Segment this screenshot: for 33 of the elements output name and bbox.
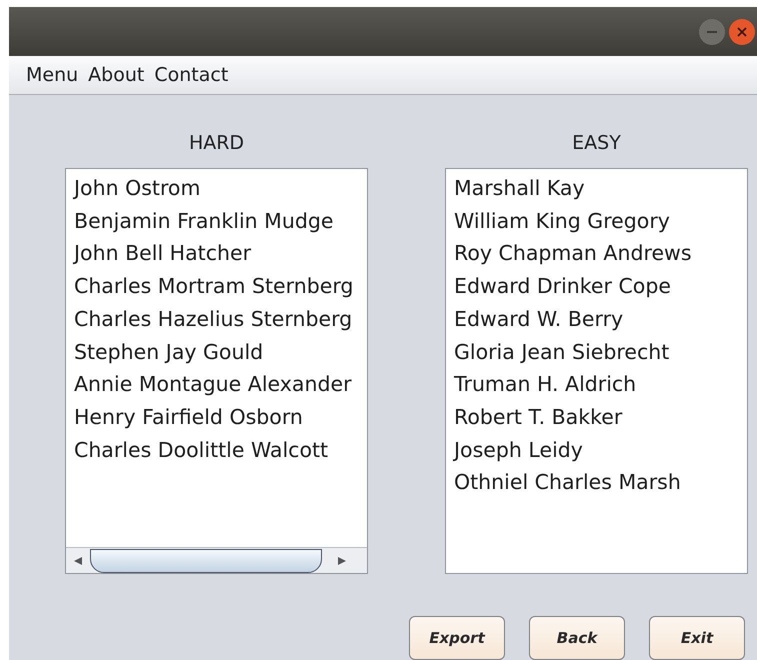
list-item[interactable]: Edward Drinker Cope: [454, 270, 671, 303]
list-item[interactable]: Charles Mortram Sternberg: [74, 270, 354, 303]
list-heading: HARD: [188, 131, 244, 155]
list-item[interactable]: Roy Chapman Andrews: [454, 237, 692, 270]
list-item[interactable]: Edward W. Berry: [454, 302, 624, 336]
horizontal-scrollbar[interactable]: [66, 547, 367, 573]
list-item[interactable]: Truman H. Aldrich: [454, 368, 636, 401]
list-item[interactable]: Gloria Jean Siebrecht: [454, 336, 670, 368]
scrollbar-thumb[interactable]: [90, 548, 322, 572]
list-item[interactable]: William King Gregory: [454, 204, 670, 238]
list-item[interactable]: Annie Montague Alexander: [74, 368, 352, 401]
action-button[interactable]: Exit: [649, 616, 745, 660]
list-item[interactable]: Charles Hazelius Sternberg: [74, 302, 352, 336]
action-button[interactable]: Back: [529, 616, 625, 660]
scroll-left-icon[interactable]: [72, 556, 84, 566]
close-icon: [737, 26, 747, 36]
list-item[interactable]: John Ostrom: [74, 172, 200, 205]
list-heading: EASY: [572, 131, 621, 155]
list-item[interactable]: Stephen Jay Gould: [74, 336, 264, 368]
list-item[interactable]: Robert T. Bakker: [454, 400, 622, 434]
list-item[interactable]: John Bell Hatcher: [74, 237, 251, 270]
list-item[interactable]: Charles Doolittle Walcott: [74, 434, 328, 466]
close-button[interactable]: [729, 18, 755, 44]
menu-item[interactable]: Menu: [26, 60, 78, 90]
scroll-right-icon[interactable]: [336, 556, 348, 566]
list-item[interactable]: Othniel Charles Marsh: [454, 466, 681, 500]
menu-item[interactable]: About: [88, 60, 144, 90]
action-button[interactable]: Export: [409, 616, 505, 660]
list-item[interactable]: Benjamin Franklin Mudge: [74, 204, 334, 238]
menu-item[interactable]: Contact: [154, 60, 228, 90]
list-item[interactable]: Marshall Kay: [454, 172, 585, 205]
list-item[interactable]: Henry Fairfield Osborn: [74, 400, 303, 434]
list-item[interactable]: Joseph Leidy: [454, 434, 583, 466]
